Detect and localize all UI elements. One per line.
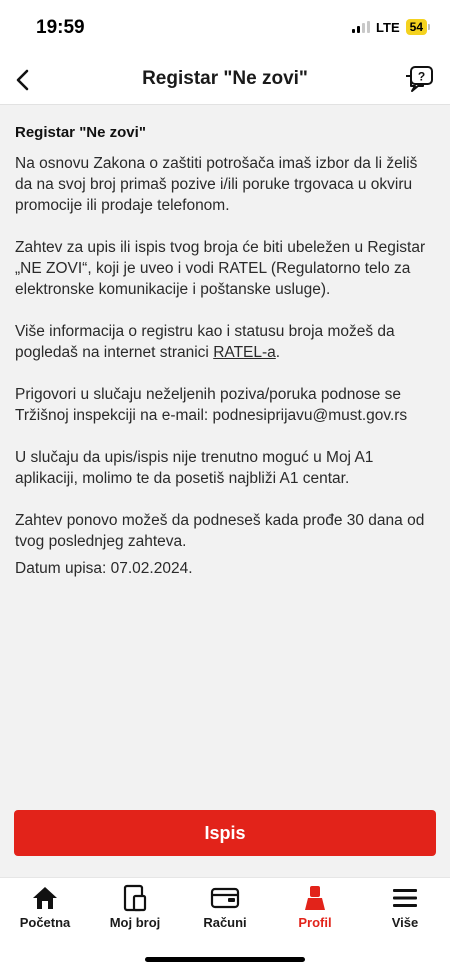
phone-icon bbox=[123, 884, 147, 912]
help-chat-icon: ? bbox=[406, 66, 433, 92]
profile-icon bbox=[305, 886, 325, 910]
app-header: Registar "Ne zovi" ? bbox=[0, 58, 450, 105]
tab-label-racuni: Računi bbox=[203, 915, 247, 930]
paragraph-a1-center: U slučaju da upis/ispis nije trenutno mo… bbox=[15, 449, 374, 487]
back-button[interactable] bbox=[6, 62, 40, 98]
battery-icon: 54 bbox=[405, 19, 430, 35]
paragraph-resubmit: Zahtev ponovo možeš da podneseš kada pro… bbox=[15, 512, 425, 550]
tab-label-pocetna: Početna bbox=[19, 915, 71, 930]
chevron-left-icon bbox=[16, 69, 29, 91]
main-content: Registar "Ne zovi" Na osnovu Zakona o za… bbox=[15, 118, 433, 600]
status-indicators: LTE 54 bbox=[352, 19, 430, 35]
content-title: Registar "Ne zovi" bbox=[15, 124, 146, 141]
status-time: 19:59 bbox=[36, 17, 85, 38]
ispis-button[interactable]: Ispis bbox=[14, 810, 436, 856]
tab-pocetna[interactable]: Početna bbox=[0, 883, 90, 930]
tab-label-profil: Profil bbox=[298, 915, 332, 930]
tab-profil[interactable]: Profil bbox=[270, 883, 360, 930]
tab-moj-broj[interactable]: Moj broj bbox=[90, 883, 180, 930]
more-info-end: . bbox=[275, 344, 281, 361]
paragraph-registry: Zahtev za upis ili ispis tvog broja će b… bbox=[15, 239, 426, 298]
menu-icon bbox=[393, 889, 417, 907]
battery-level: 54 bbox=[405, 19, 427, 35]
tab-label-vise: Više bbox=[391, 915, 419, 930]
status-bar: 19:59 LTE 54 bbox=[0, 0, 450, 58]
network-type: LTE bbox=[376, 19, 400, 35]
page-title: Registar "Ne zovi" bbox=[142, 68, 308, 89]
wallet-icon bbox=[210, 887, 240, 909]
signal-icon bbox=[352, 21, 371, 33]
paragraph-more-info: Više informacija o registru kao i status… bbox=[15, 321, 433, 363]
paragraph-complaints: Prigovori u slučaju neželjenih poziva/po… bbox=[15, 386, 408, 424]
paragraph-law: Na osnovu Zakona o zaštiti potrošača ima… bbox=[15, 155, 418, 214]
more-info-text: Više informacija o registru kao i status… bbox=[15, 323, 395, 361]
home-indicator[interactable] bbox=[145, 957, 305, 962]
registration-date: Datum upisa: 07.02.2024. bbox=[15, 560, 193, 577]
ratel-link[interactable]: RATEL-a bbox=[213, 344, 276, 361]
svg-text:?: ? bbox=[418, 70, 425, 84]
home-icon bbox=[33, 887, 57, 909]
help-button[interactable]: ? bbox=[400, 62, 438, 98]
tab-label-moj-broj: Moj broj bbox=[109, 915, 161, 930]
tab-racuni[interactable]: Računi bbox=[180, 883, 270, 930]
tab-vise[interactable]: Više bbox=[360, 883, 450, 930]
